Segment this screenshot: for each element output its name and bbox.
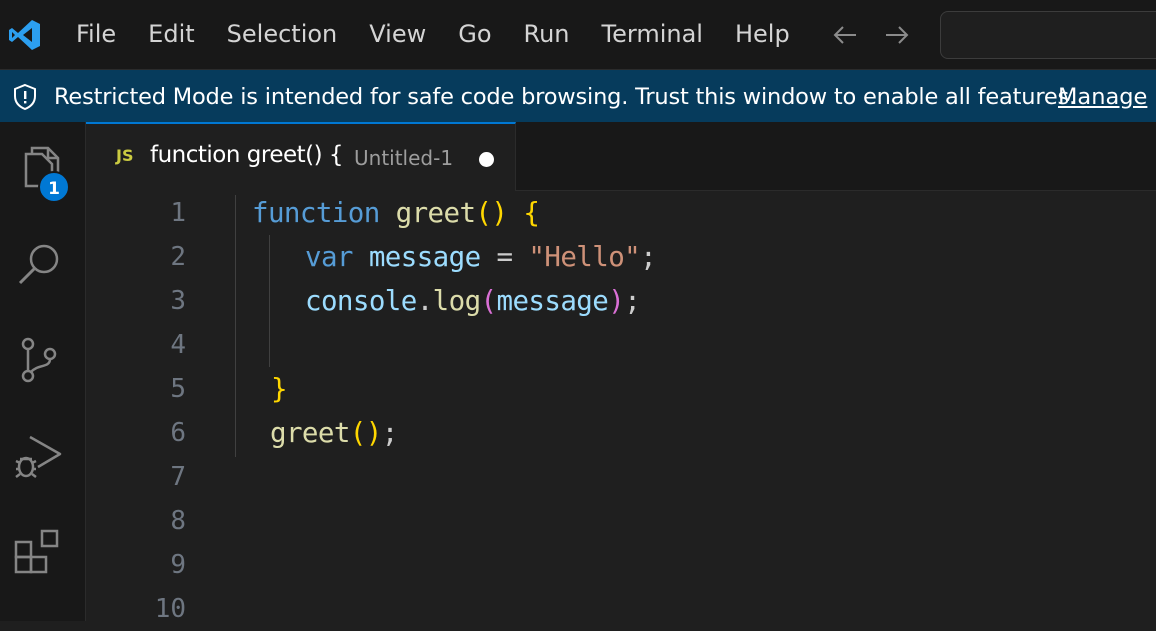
line-number: 9 bbox=[170, 550, 186, 580]
code-token: () bbox=[475, 197, 508, 229]
line-number: 5 bbox=[170, 374, 186, 404]
code-line-3: console.log(message); bbox=[305, 279, 641, 323]
code-token: . bbox=[416, 285, 434, 317]
line-number: 4 bbox=[170, 330, 186, 360]
code-token: ; bbox=[381, 417, 399, 449]
banner-message: Restricted Mode is intended for safe cod… bbox=[54, 84, 1076, 110]
indent-guide bbox=[235, 195, 236, 457]
line-number: 3 bbox=[170, 286, 186, 316]
menu-file[interactable]: File bbox=[60, 0, 132, 69]
source-control-icon[interactable] bbox=[12, 332, 66, 386]
unsaved-dot-icon[interactable] bbox=[479, 152, 494, 167]
code-token: ) bbox=[608, 285, 625, 317]
code-token: greet bbox=[270, 417, 350, 449]
extensions-icon[interactable] bbox=[12, 522, 66, 576]
code-token: { bbox=[523, 197, 540, 229]
menu-run[interactable]: Run bbox=[508, 0, 586, 69]
code-token: () bbox=[349, 417, 383, 449]
back-arrow-icon[interactable] bbox=[830, 20, 860, 50]
menu-selection[interactable]: Selection bbox=[211, 0, 354, 69]
run-debug-icon[interactable] bbox=[12, 427, 66, 481]
manage-link[interactable]: Manage bbox=[1058, 70, 1147, 124]
code-token: var bbox=[305, 241, 353, 273]
code-token: = bbox=[480, 241, 529, 273]
tab-untitled-1[interactable]: JS function greet() { Untitled-1 bbox=[86, 122, 516, 191]
code-token: message bbox=[496, 285, 609, 317]
tab-title: function greet() { bbox=[150, 142, 344, 168]
forward-arrow-icon[interactable] bbox=[882, 20, 912, 50]
code-line-1: function greet() { bbox=[252, 191, 540, 235]
vscode-logo-icon bbox=[9, 20, 40, 50]
code-token: greet bbox=[395, 197, 476, 229]
menu-go[interactable]: Go bbox=[442, 0, 507, 69]
menu-bar: File Edit Selection View Go Run Terminal… bbox=[60, 0, 806, 69]
tab-description: Untitled-1 bbox=[354, 146, 454, 170]
title-bar: File Edit Selection View Go Run Terminal… bbox=[0, 0, 1156, 70]
code-token: console bbox=[305, 285, 417, 317]
indent-guide bbox=[269, 235, 270, 367]
code-token: message bbox=[368, 241, 481, 273]
code-editor[interactable]: 1 2 3 4 5 6 7 8 9 10 function greet() { … bbox=[86, 191, 1156, 624]
activity-bar: 1 bbox=[0, 122, 86, 621]
line-number: 7 bbox=[170, 462, 186, 492]
code-token: log bbox=[432, 285, 481, 317]
explorer-badge: 1 bbox=[38, 171, 70, 203]
line-number: 1 bbox=[170, 198, 186, 228]
search-icon[interactable] bbox=[12, 237, 66, 291]
restricted-mode-banner: Restricted Mode is intended for safe cod… bbox=[0, 70, 1156, 122]
menu-terminal[interactable]: Terminal bbox=[586, 0, 719, 69]
code-line-2: var message = "Hello"; bbox=[305, 235, 657, 279]
code-token: "Hello" bbox=[528, 241, 641, 273]
line-number: 2 bbox=[170, 242, 186, 272]
menu-view[interactable]: View bbox=[353, 0, 442, 69]
code-token: ( bbox=[480, 285, 498, 317]
menu-help[interactable]: Help bbox=[719, 0, 806, 69]
shield-icon bbox=[14, 83, 36, 111]
code-token: ; bbox=[624, 285, 641, 317]
line-number: 6 bbox=[170, 418, 186, 448]
code-line-5: } bbox=[271, 367, 288, 411]
javascript-file-icon: JS bbox=[116, 146, 134, 165]
code-line-6: greet(); bbox=[270, 411, 398, 455]
line-number: 8 bbox=[170, 506, 186, 536]
code-token: function bbox=[252, 197, 380, 229]
line-number: 10 bbox=[154, 594, 186, 624]
code-token: } bbox=[271, 373, 288, 405]
editor-tab-strip: JS function greet() { Untitled-1 bbox=[86, 122, 1156, 191]
menu-edit[interactable]: Edit bbox=[132, 0, 210, 69]
command-center-search[interactable] bbox=[940, 11, 1156, 59]
code-token: ; bbox=[640, 241, 657, 273]
